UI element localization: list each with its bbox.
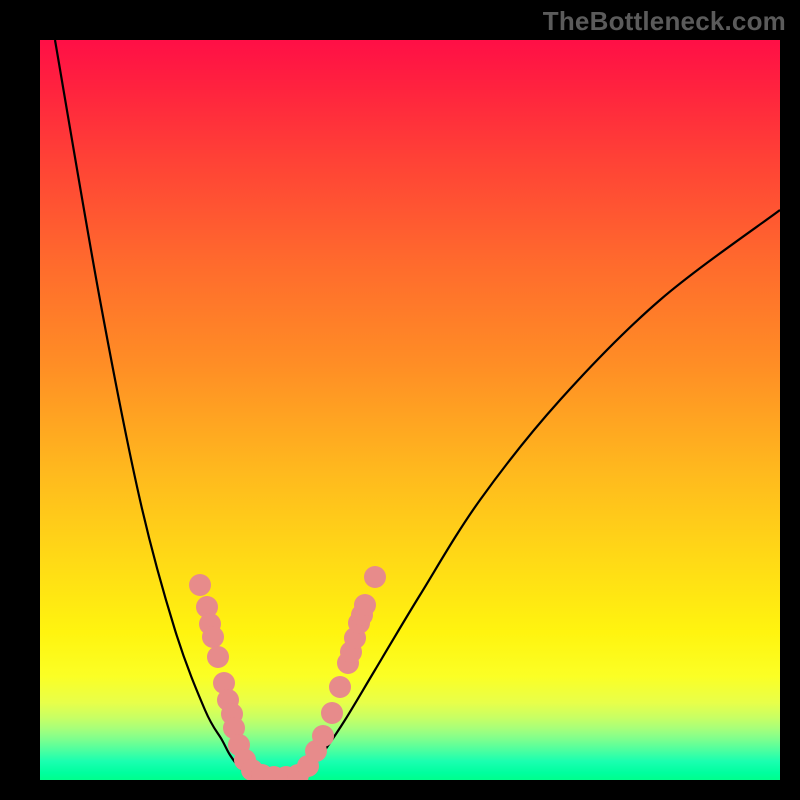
data-point: [202, 626, 224, 648]
data-point: [329, 676, 351, 698]
data-point: [364, 566, 386, 588]
plot-area: [40, 40, 780, 780]
data-point: [207, 646, 229, 668]
data-point: [354, 594, 376, 616]
chart-frame: TheBottleneck.com: [0, 0, 800, 800]
marker-dots: [189, 566, 386, 780]
curve-paths: [55, 40, 780, 778]
curve-layer: [40, 40, 780, 780]
data-point: [312, 725, 334, 747]
watermark-text: TheBottleneck.com: [543, 6, 786, 37]
bottleneck-curve: [55, 40, 780, 778]
data-point: [189, 574, 211, 596]
data-point: [321, 702, 343, 724]
